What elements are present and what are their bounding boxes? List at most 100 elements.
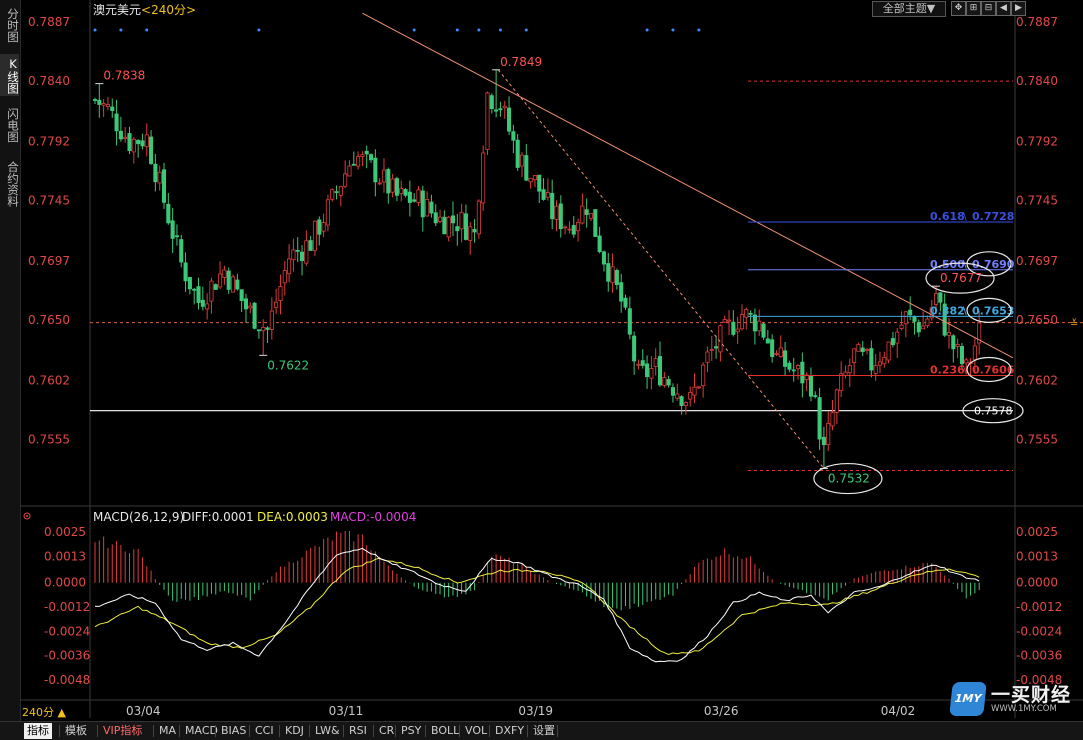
macd-y-tick-left: -0.0012 [44,600,90,614]
macd-y-tick-right: -0.0012 [1016,600,1062,614]
candle-body [278,286,283,302]
toolbar-tab-5[interactable]: BIAS [218,723,249,739]
toolbar-separator [527,725,528,737]
toolbar-tab-15[interactable]: 设置 [530,723,558,739]
candle-body [576,221,581,232]
candle-body [701,364,706,387]
candle-body [472,229,477,233]
toolbar-tab-6[interactable]: CCI [252,723,277,739]
toolbar-separator [309,725,310,737]
chart-canvas[interactable]: 澳元美元<240分> 0.7887 0.7887 0.7840 0.7840 0.7792… [0,0,1083,721]
event-marker [524,28,528,32]
candle-body [312,220,318,251]
toolbar-tab-7[interactable]: KDJ [282,723,307,739]
candle-body [481,152,486,204]
candle-body [821,436,826,446]
toolbar-tab-8[interactable]: LW& [312,723,343,739]
candle-body [649,368,654,379]
prev-icon[interactable]: ◀ [996,1,1011,16]
candle-body [468,226,473,241]
move-icon[interactable]: ✥ [951,1,966,16]
candle-body [783,350,788,367]
toolbar-tab-13[interactable]: VOL [462,723,490,739]
candle-body [955,344,960,347]
candle-body [213,284,218,290]
fib-ratio-label: 0.618 [930,210,965,223]
candle-body [463,213,468,240]
candles [92,69,982,469]
candle-body [429,201,434,214]
toolbar-tab-1[interactable]: 模板 [62,723,90,739]
extreme-label: 0.7622 [267,358,309,372]
fib-value-label: 0.7728 [972,210,1014,223]
candle-body [778,347,783,358]
toolbar-tab-11[interactable]: PSY [398,723,424,739]
toolbar-tab-2[interactable]: VIP指标 [100,723,145,739]
macd-y-tick-right: 0.0000 [1016,576,1058,590]
candle-body [795,364,801,370]
logo-name: 一买财经 [991,684,1072,706]
candle-body [524,155,529,181]
candle-body [261,326,266,332]
extreme-label: 0.7849 [500,55,542,69]
candle-body [149,136,154,164]
y-tick-right: 0.7840 [1016,74,1058,88]
candle-body [308,240,313,251]
candle-body [959,346,964,365]
next-icon[interactable]: ▶ [1011,1,1026,16]
zoom-in-icon[interactable]: ⊞ [966,1,981,16]
candle-body [890,338,895,346]
candle-body [153,163,158,183]
candle-body [256,329,261,332]
candle-body [735,328,740,333]
candle-body [209,280,214,302]
toolbar-separator [557,725,558,737]
x-tick-label: 04/02 [881,704,916,718]
toolbar-tab-14[interactable]: DXFY [492,723,527,739]
macd-y-tick-left: -0.0048 [44,673,90,687]
period-selector[interactable]: 240分 ▲ [22,705,66,720]
fib-value-label: 0.7653 [972,304,1014,317]
macd-y-tick-left: 0.0000 [44,576,86,590]
x-tick-label: 03/26 [704,704,739,718]
candle-body [299,251,305,261]
candle-body [865,349,870,351]
candle-body [291,249,296,261]
candle-body [731,321,736,335]
zoom-out-icon[interactable]: ⊟ [981,1,996,16]
candle-body [614,270,619,285]
candle-body [856,344,861,352]
toolbar-tab-0[interactable]: 指标 [24,723,52,739]
toolbar-tab-12[interactable]: BOLL [428,723,462,739]
candle-body [110,106,115,111]
candle-body [852,348,857,363]
theme-dropdown[interactable]: 全部主题▼ [872,1,946,17]
dea-line [94,557,980,656]
candle-body [826,423,831,446]
candle-body [390,178,395,193]
candle-body [541,189,546,200]
candle-body [425,199,430,217]
toolbar-tab-9[interactable]: RSI [346,723,370,739]
candle-body [670,387,675,396]
event-marker [697,28,701,32]
candle-body [554,205,559,220]
candle-body [683,402,688,406]
toolbar-separator [59,725,60,737]
candle-body [873,365,878,374]
candle-body [610,266,615,284]
candle-body [200,299,205,307]
toolbar-separator [425,725,426,737]
toolbar-tab-3[interactable]: MA [156,723,179,739]
symbol-name: 澳元美元 [93,3,141,17]
candle-body [757,320,762,332]
period-tag: <240分> [141,3,196,17]
candle-body [675,393,680,399]
y-tick-left: 0.7745 [28,194,70,208]
candle-body [187,276,192,290]
toolbar-separator [97,725,98,737]
candle-body [925,318,930,327]
candle-body [666,379,671,386]
brand-logo: 1MY 一买财经 WWW.1MY.COM [949,680,1079,718]
candle-body [921,325,926,330]
